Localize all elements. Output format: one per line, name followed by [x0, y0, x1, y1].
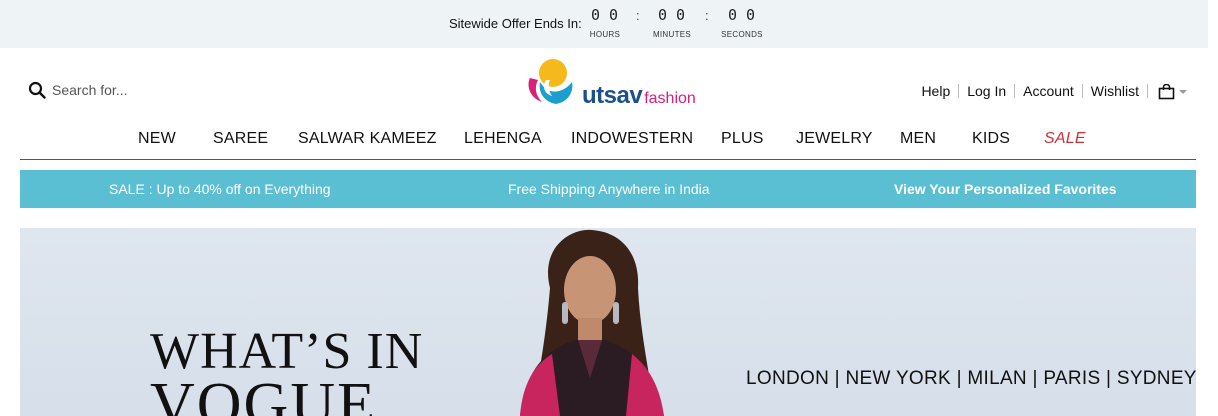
- nav-item-salwar-kameez[interactable]: SALWAR KAMEEZ: [298, 130, 437, 148]
- countdown-hours: 00 HOURS: [575, 6, 635, 39]
- hours-caption: HOURS: [589, 30, 621, 39]
- logo-wordmark: utsav fashion: [582, 82, 696, 110]
- search-icon[interactable]: [28, 81, 46, 99]
- hero-title: WHAT’S IN VOGUE: [150, 326, 423, 416]
- shopping-bag-button[interactable]: [1158, 84, 1187, 100]
- account-link[interactable]: Account: [1015, 83, 1082, 99]
- link-divider: [1147, 84, 1148, 98]
- utsav-fashion-logo[interactable]: utsav fashion: [522, 56, 697, 112]
- hero-banner[interactable]: WHAT’S IN VOGUE LONDON | NEW YORK | MILA…: [20, 228, 1196, 416]
- offer-countdown-bar: Sitewide Offer Ends In: 00 HOURS : 00 MI…: [0, 0, 1208, 48]
- hero-title-line2: VOGUE: [150, 371, 377, 416]
- nav-item-new[interactable]: NEW: [138, 130, 176, 148]
- promo-favorites-link[interactable]: View Your Personalized Favorites: [894, 181, 1117, 197]
- nav-item-sale[interactable]: SALE: [1044, 130, 1086, 148]
- countdown-separator: :: [705, 8, 709, 23]
- nav-item-lehenga[interactable]: LEHENGA: [464, 130, 542, 148]
- shopping-bag-icon: [1158, 84, 1175, 100]
- promo-strip: SALE : Up to 40% off on Everything Free …: [20, 170, 1196, 208]
- main-navigation: NEW SAREE SALWAR KAMEEZ LEHENGA INDOWEST…: [20, 130, 1196, 160]
- chevron-down-icon: [1179, 90, 1187, 94]
- minutes-value: 00: [657, 6, 695, 24]
- nav-item-saree[interactable]: SAREE: [213, 130, 268, 148]
- promo-sale-link[interactable]: SALE : Up to 40% off on Everything: [109, 181, 331, 197]
- promo-shipping-link[interactable]: Free Shipping Anywhere in India: [508, 181, 710, 197]
- nav-item-jewelry[interactable]: JEWELRY: [796, 130, 873, 148]
- hero-cities: LONDON | NEW YORK | MILAN | PARIS | SYDN…: [746, 368, 1196, 389]
- countdown-separator: :: [636, 8, 640, 23]
- account-links: Help Log In Account Wishlist: [913, 83, 1148, 99]
- seconds-value: 00: [727, 6, 765, 24]
- nav-item-men[interactable]: MEN: [900, 130, 936, 148]
- nav-item-indowestern[interactable]: INDOWESTERN: [571, 130, 693, 148]
- logo-sub-text: fashion: [644, 90, 696, 107]
- countdown-minutes: 00 MINUTES: [642, 6, 702, 39]
- login-link[interactable]: Log In: [959, 83, 1014, 99]
- minutes-caption: MINUTES: [652, 30, 692, 39]
- logo-main-text: utsav: [582, 82, 643, 109]
- page: Sitewide Offer Ends In: 00 HOURS : 00 MI…: [0, 0, 1218, 416]
- search-box[interactable]: [28, 81, 212, 99]
- seconds-caption: SECONDS: [721, 30, 763, 39]
- countdown-seconds: 00 SECONDS: [712, 6, 772, 39]
- wishlist-link[interactable]: Wishlist: [1083, 83, 1147, 99]
- hours-value: 00: [590, 6, 628, 24]
- search-input[interactable]: [52, 82, 212, 98]
- nav-item-kids[interactable]: KIDS: [972, 130, 1010, 148]
- logo-mark-icon: [528, 59, 573, 104]
- offer-label: Sitewide Offer Ends In:: [449, 16, 582, 31]
- help-link[interactable]: Help: [913, 83, 958, 99]
- nav-item-plus[interactable]: PLUS: [721, 130, 764, 148]
- model-image: [520, 229, 664, 416]
